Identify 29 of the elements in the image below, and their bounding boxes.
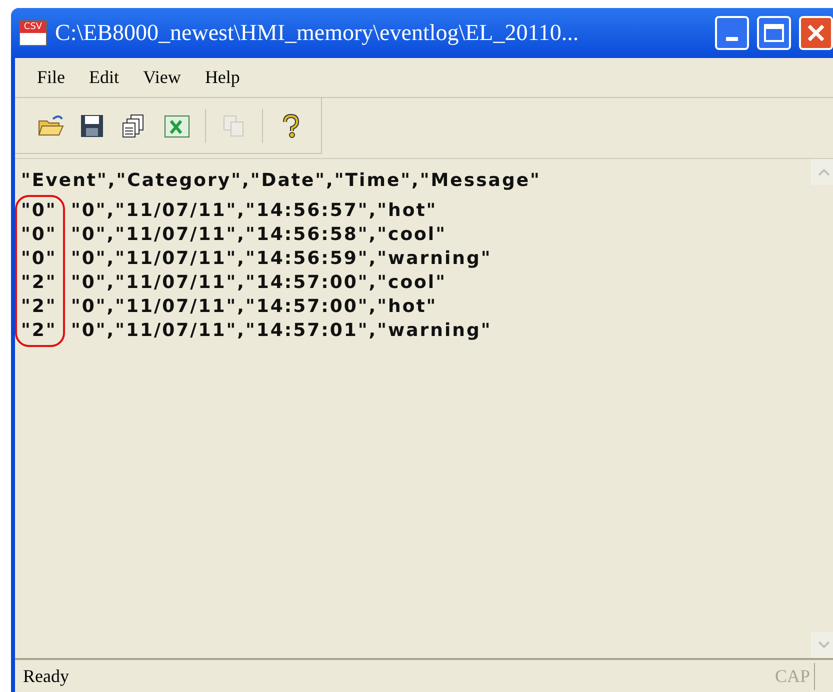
event-value: "0" (20, 223, 58, 247)
close-button[interactable] (799, 16, 833, 50)
close-icon (807, 24, 825, 42)
window-title: C:\EB8000_newest\HMI_memory\eventlog\EL_20110... (55, 18, 580, 47)
status-text: Ready (23, 664, 70, 688)
event-value: "2" (20, 271, 58, 295)
icon-label: CSV (20, 21, 46, 33)
open-folder-icon (37, 112, 65, 138)
minimize-icon (726, 37, 738, 41)
menu-item[interactable]: Edit (89, 64, 120, 91)
caps-lock-indicator: CAP (774, 662, 815, 690)
text-line: "0","11/07/11","14:57:00","cool" (70, 271, 446, 295)
event-value: "0" (20, 199, 58, 223)
text-line: "0","11/07/11","14:56:58","cool" (70, 223, 446, 247)
event-value: "2" (20, 319, 58, 343)
maximize-icon (764, 24, 784, 42)
header-line: "Event","Category","Date","Time","Message" (20, 169, 542, 193)
spreadsheet-x-icon (163, 112, 191, 138)
maximize-button[interactable] (757, 16, 791, 50)
text-line: "0","11/07/11","14:57:00","hot" (70, 295, 438, 319)
event-value: "2" (20, 295, 58, 319)
minimize-button[interactable] (715, 16, 749, 50)
event-value: "0" (20, 247, 58, 271)
menu-item[interactable]: View (143, 64, 181, 91)
menu-item[interactable]: File (37, 64, 66, 91)
text-line: "0","11/07/11","14:56:59","warning" (70, 247, 492, 271)
menu-item[interactable]: Help (204, 64, 240, 91)
text-line: "0","11/07/11","14:56:57","hot" (70, 199, 438, 223)
text-line: "0","11/07/11","14:57:01","warning" (70, 319, 492, 343)
